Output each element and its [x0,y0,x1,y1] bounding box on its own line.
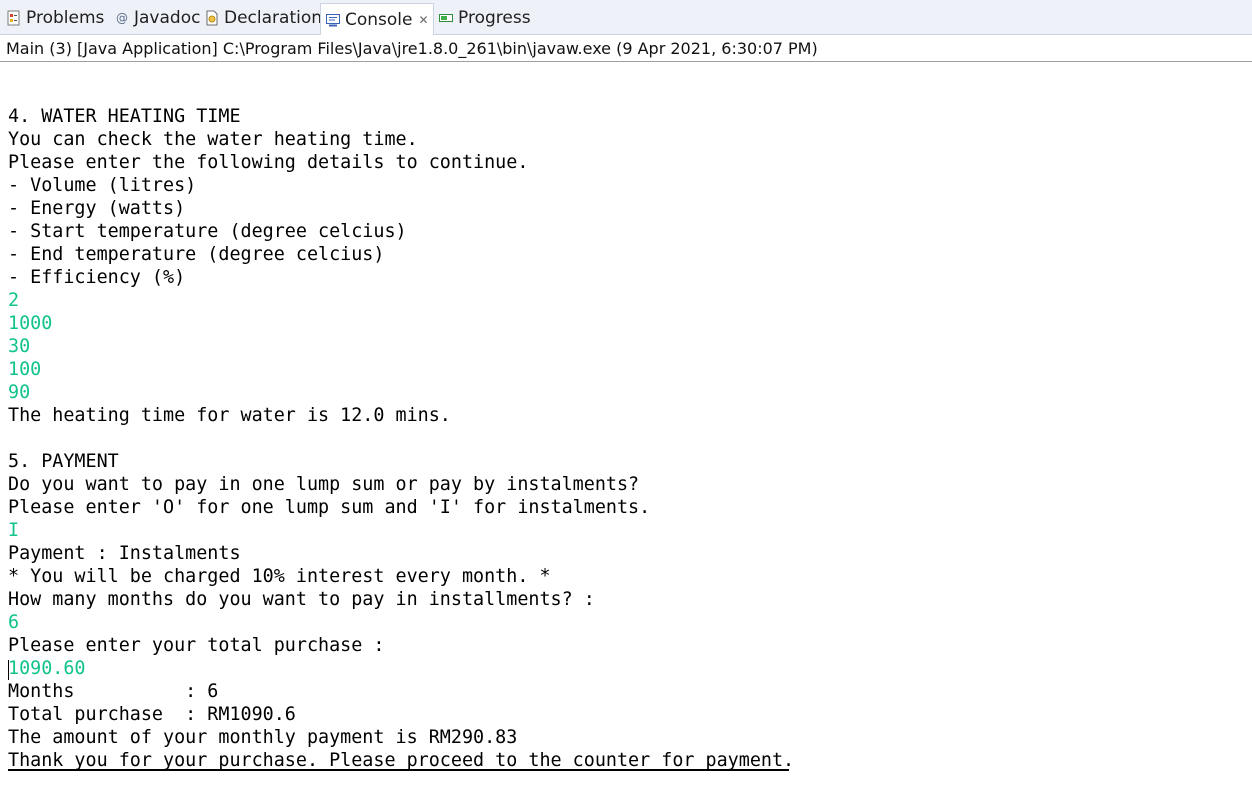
problems-icon [6,10,22,26]
console-output-line: Please enter the following details to co… [8,152,529,173]
console-output-line: Please enter your total purchase : [8,635,385,656]
view-tab-bar: Problems @ Javadoc Declaration Console ✕ [0,0,1252,35]
output-underline [8,769,789,771]
javadoc-icon: @ [116,11,128,25]
console-input-line: 6 [8,612,20,633]
tab-progress[interactable]: Progress [438,4,531,32]
tab-javadoc[interactable]: @ Javadoc [114,4,200,32]
text-cursor [8,660,9,680]
tab-label: Problems [26,8,105,28]
tab-label: Declaration [224,8,323,28]
console-input-line: 1000 [8,313,53,334]
console-output-line: How many months do you want to pay in in… [8,589,595,610]
console-output-line: 4. WATER HEATING TIME [8,106,241,127]
tab-label: Console [345,9,413,30]
console-output-line: Total purchase : RM1090.6 [8,704,296,725]
console-output[interactable]: 4. WATER HEATING TIME You can check the w… [8,82,1238,772]
console-input-line: 100 [8,359,42,380]
console-input-line: 1090.60 [8,658,86,679]
declaration-icon [204,10,220,26]
console-output-line: - Energy (watts) [8,198,186,219]
console-output-line: Please enter 'O' for one lump sum and 'I… [8,497,651,518]
console-input-line: 90 [8,382,31,403]
tab-problems[interactable]: Problems [6,4,104,32]
console-output-line: - Start temperature (degree celcius) [8,221,407,242]
tab-label: Progress [458,8,531,28]
console-output-line: Do you want to pay in one lump sum or pa… [8,474,640,495]
console-output-line: The heating time for water is 12.0 mins. [8,405,451,426]
console-input-line: 2 [8,290,20,311]
progress-icon [438,10,454,26]
console-icon [325,12,341,28]
close-icon[interactable]: ✕ [419,13,429,27]
console-input-line: 30 [8,336,31,357]
tab-console[interactable]: Console ✕ [320,3,434,35]
console-output-line: Payment : Instalments [8,543,241,564]
console-process-header: Main (3) [Java Application] C:\Program F… [0,35,1252,62]
console-output-line: - Efficiency (%) [8,267,186,288]
tab-declaration[interactable]: Declaration [204,4,322,32]
console-output-line: 5. PAYMENT [8,451,119,472]
tab-label: Javadoc [134,8,201,28]
console-input-line: I [8,520,20,541]
console-output-line: You can check the water heating time. [8,129,418,150]
console-output-line: The amount of your monthly payment is RM… [8,727,518,748]
console-output-line: Months : 6 [8,681,219,702]
console-output-line: - Volume (litres) [8,175,197,196]
console-output-line: * You will be charged 10% interest every… [8,566,551,587]
console-output-line: - End temperature (degree celcius) [8,244,385,265]
